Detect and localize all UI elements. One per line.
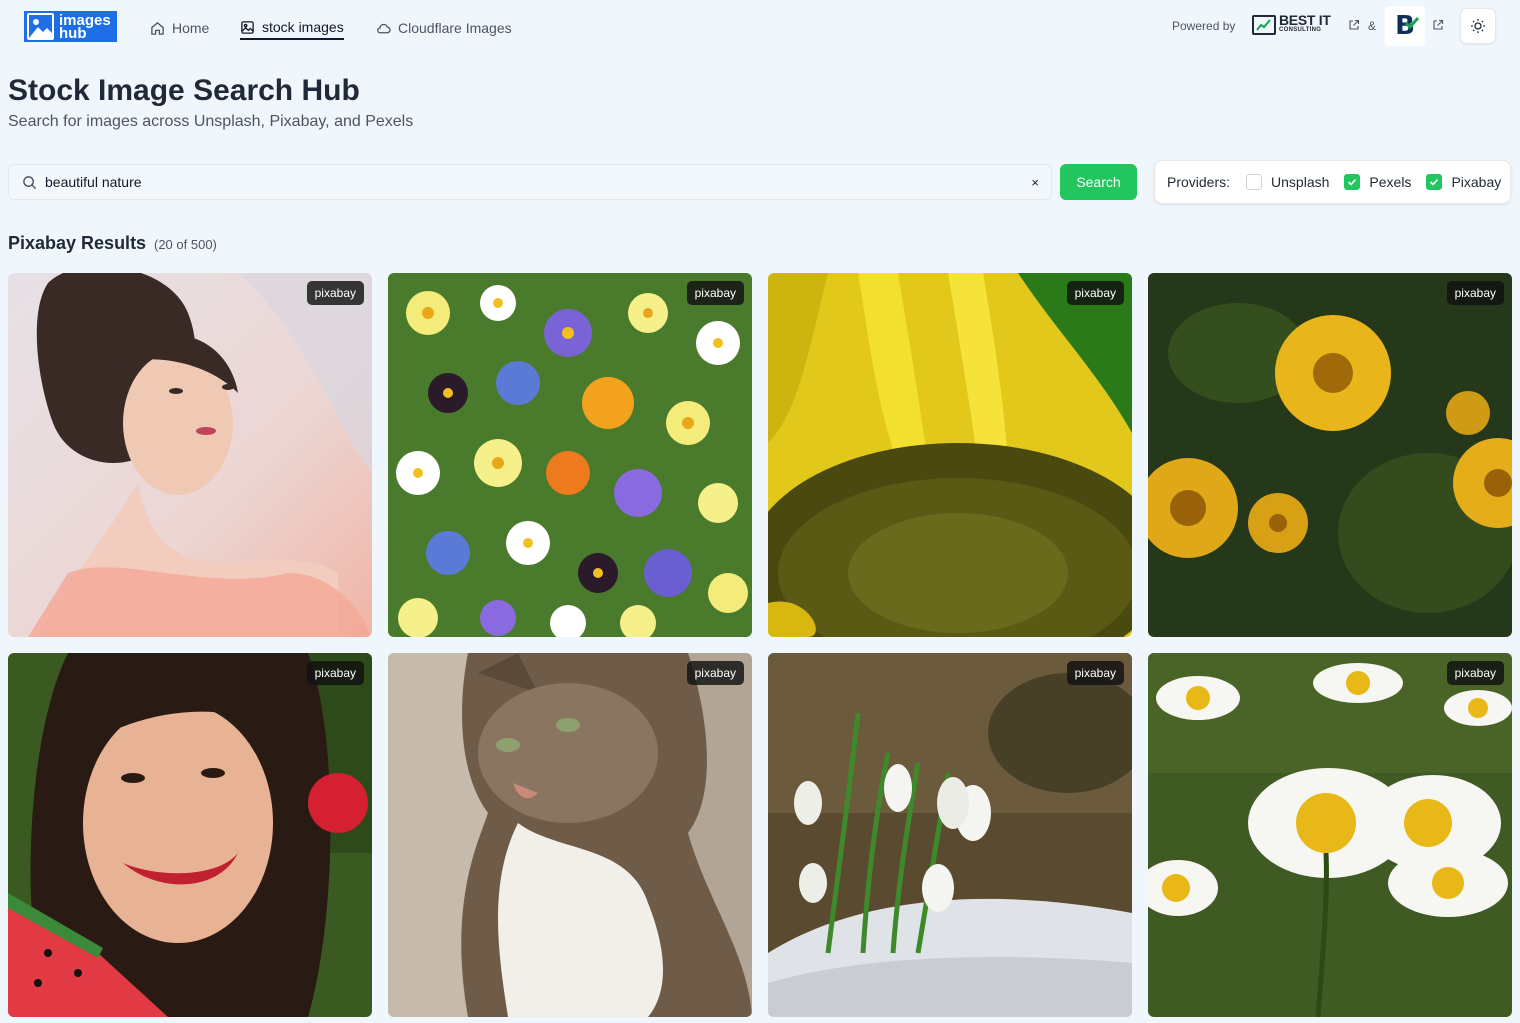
external-link-icon[interactable] [1348,19,1360,31]
unsplash-checkbox[interactable] [1246,174,1263,190]
partner1-name: BEST IT [1279,12,1331,28]
image-card[interactable]: pixabay [768,653,1132,1017]
pexels-checkbox[interactable] [1344,174,1361,190]
woman-watermelon-image [8,653,372,1017]
nav-cloudflare-images[interactable]: Cloudflare Images [376,16,512,40]
pixabay-checkbox[interactable] [1426,174,1443,190]
sunflower-image [768,273,1132,637]
yellow-daisies-image [1148,273,1512,637]
image-card[interactable]: pixabay [8,273,372,637]
tabby-cat-image [388,653,752,1017]
provider-unsplash[interactable]: Unsplash [1246,174,1329,190]
provider-badge: pixabay [686,661,744,685]
results-title: Pixabay Results [8,233,147,253]
page-subtitle: Search for images across Unsplash, Pixab… [8,113,414,130]
wildflowers-image [388,273,752,637]
search-button[interactable]: Search [1060,164,1137,200]
provider-badge: pixabay [1066,281,1124,305]
results-count: (20 of 500) [154,237,217,252]
provider-badge: pixabay [306,661,364,685]
provider-unsplash-label: Unsplash [1271,174,1330,190]
logo-image-icon [27,13,54,40]
top-nav: images hub Home stock images Cloudflare … [0,0,1520,54]
sun-icon [1471,19,1485,33]
images-hub-logo[interactable]: images hub [24,11,117,42]
provider-pixabay[interactable]: Pixabay [1426,174,1501,190]
provider-pixabay-label: Pixabay [1451,174,1502,190]
image-card[interactable]: pixabay [8,653,372,1017]
provider-pexels[interactable]: Pexels [1344,174,1411,190]
image-icon [241,20,254,34]
cloud-icon [377,23,391,33]
white-daisies-image [1148,653,1512,1017]
home-icon [151,21,164,35]
logo-text: images hub [59,11,111,42]
check-mark-icon [1405,17,1419,30]
theme-toggle-button[interactable] [1460,8,1496,44]
image-card[interactable]: pixabay [1148,273,1512,637]
search-bar: × [8,164,1052,200]
ampersand: & [1368,19,1377,33]
providers-label: Providers: [1167,174,1231,190]
search-icon [23,176,37,190]
powered-by-label: Powered by [1172,19,1236,33]
snowdrops-image [768,653,1132,1017]
image-card[interactable]: pixabay [1148,653,1512,1017]
providers-filter: Providers: Unsplash Pexels Pixabay [1154,160,1511,204]
provider-pexels-label: Pexels [1369,174,1412,190]
provider-badge: pixabay [1446,281,1504,305]
best-it-consulting-logo[interactable]: BEST IT CONSULTING [1252,12,1334,38]
image-card[interactable]: pixabay [388,653,752,1017]
page-title: Stock Image Search Hub [8,74,360,107]
checkmark-icon [1430,178,1439,186]
nav-home-label: Home [172,20,210,36]
nav-stock-images[interactable]: stock images [240,16,344,40]
provider-badge: pixabay [306,281,364,305]
provider-badge: pixabay [686,281,744,305]
external-link-icon-2[interactable] [1432,19,1444,31]
provider-badge: pixabay [1066,661,1124,685]
woman-portrait-image [8,273,372,637]
search-input[interactable] [45,165,1025,199]
monitor-icon [1252,15,1276,35]
partner-b-logo[interactable]: B [1385,6,1425,46]
checkmark-icon [1348,178,1357,186]
clear-search-icon[interactable]: × [1031,175,1039,190]
nav-cloudflare-label: Cloudflare Images [398,20,512,36]
nav-stock-images-label: stock images [262,19,344,35]
image-card[interactable]: pixabay [768,273,1132,637]
image-card[interactable]: pixabay [388,273,752,637]
provider-badge: pixabay [1446,661,1504,685]
nav-home[interactable]: Home [150,16,209,40]
